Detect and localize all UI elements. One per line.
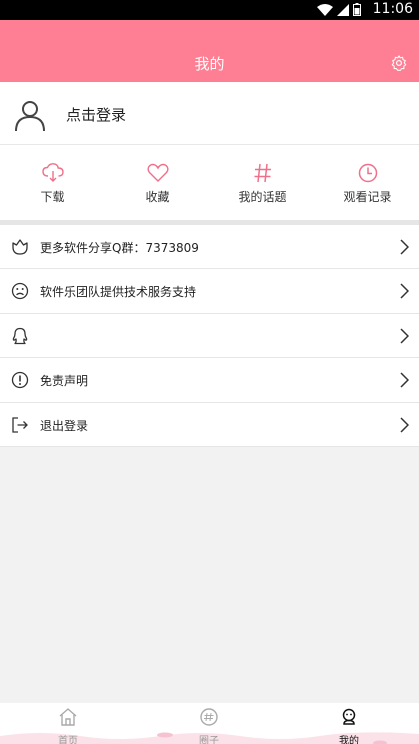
hash-icon: [254, 163, 271, 183]
user-icon: [15, 101, 45, 132]
chevron-right-icon: [400, 417, 409, 433]
status-bar: 11:06: [0, 0, 419, 20]
chevron-right-icon: [400, 328, 409, 344]
flower-icon: [12, 239, 28, 255]
bottom-tab-bar: 首页 圈子 我的: [0, 703, 419, 744]
signal-icon: [337, 3, 349, 16]
menu-item-label: 软件乐团队提供技术服务支持: [40, 285, 197, 300]
my-topics-label: 我的话题: [238, 190, 287, 204]
menu-item-disclaimer[interactable]: 免责声明: [0, 358, 419, 403]
login-label[interactable]: 点击登录: [66, 104, 126, 125]
favorites-button[interactable]: 收藏: [105, 145, 210, 221]
cloud-download-icon: [41, 163, 64, 182]
app-header: 我的: [0, 20, 419, 82]
menu-item-logout[interactable]: 退出登录: [0, 403, 419, 447]
my-topics-button[interactable]: 我的话题: [210, 145, 315, 221]
download-label: 下载: [40, 190, 65, 204]
quick-actions: 下载 收藏 我的话题 观看记录: [0, 144, 419, 220]
watch-history-label: 观看记录: [343, 190, 392, 204]
battery-icon: [353, 3, 361, 16]
chevron-right-icon: [400, 239, 409, 255]
menu-item-label: 更多软件分享Q群：7373809: [40, 241, 199, 255]
chevron-right-icon: [400, 372, 409, 388]
tab-home-label: 首页: [58, 736, 78, 744]
login-card[interactable]: 点击登录: [0, 82, 419, 144]
tab-home[interactable]: 首页: [23, 705, 113, 744]
menu-item-label: 免责声明: [40, 374, 89, 389]
circle-icon: [200, 708, 218, 726]
tab-circle-label: 圈子: [199, 736, 219, 744]
tab-mine-label: 我的: [339, 736, 359, 744]
download-button[interactable]: 下载: [0, 145, 105, 221]
status-icons: [317, 3, 361, 16]
home-icon: [59, 708, 77, 726]
tab-mine[interactable]: 我的: [304, 705, 394, 744]
wifi-icon: [317, 3, 333, 16]
qq-icon: [12, 327, 28, 344]
tab-circle[interactable]: 圈子: [164, 705, 254, 744]
settings-menu: 更多软件分享Q群：7373809 软件乐团队提供技术服务支持 免责声明 退出登录: [0, 225, 419, 447]
chevron-right-icon: [400, 283, 409, 299]
watch-history-button[interactable]: 观看记录: [315, 145, 419, 221]
heart-icon: [146, 163, 169, 182]
clock-icon: [358, 163, 377, 183]
favorites-label: 收藏: [145, 190, 170, 204]
menu-item-qq[interactable]: [0, 314, 419, 359]
status-time: 11:06: [372, 1, 413, 17]
info-icon: [11, 372, 29, 389]
profile-icon: [342, 708, 356, 725]
menu-item-qq-group[interactable]: 更多软件分享Q群：7373809: [0, 225, 419, 270]
menu-item-support[interactable]: 软件乐团队提供技术服务支持: [0, 269, 419, 314]
logout-icon: [12, 416, 28, 433]
menu-item-label: 退出登录: [40, 418, 89, 433]
page-title: 我的: [194, 55, 225, 73]
gear-icon[interactable]: [390, 54, 408, 72]
sad-face-icon: [11, 283, 29, 300]
